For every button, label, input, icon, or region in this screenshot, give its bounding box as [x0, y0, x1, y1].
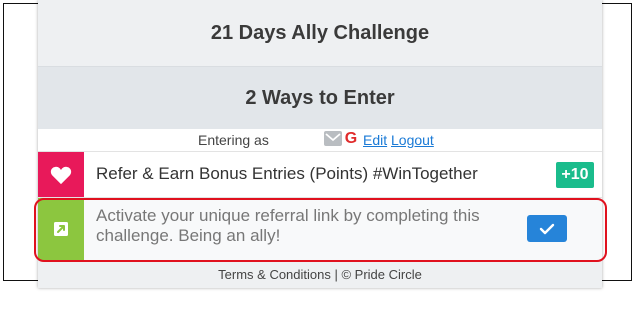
google-icon: G — [344, 130, 358, 147]
edit-link[interactable]: Edit — [363, 132, 387, 148]
entry-refer-earn[interactable]: Refer & Earn Bonus Entries (Points) #Win… — [38, 152, 602, 198]
entry-refer-earn-label: Refer & Earn Bonus Entries (Points) #Win… — [96, 164, 478, 183]
external-link-icon — [38, 198, 84, 260]
mail-icon — [324, 131, 342, 146]
entry-activate-referral[interactable]: Activate your unique referral link by co… — [38, 198, 602, 261]
contest-widget: 21 Days Ally Challenge 2 Ways to Enter E… — [38, 0, 602, 288]
footer-terms[interactable]: Terms & Conditions | © Pride Circle — [38, 261, 602, 288]
ways-to-enter-heading: 2 Ways to Enter — [38, 67, 602, 129]
check-icon — [539, 223, 555, 234]
entering-as-label: Entering as — [198, 132, 269, 148]
heart-icon — [38, 152, 84, 197]
entering-as-bar: Entering as G Edit Logout — [38, 129, 602, 152]
logout-link[interactable]: Logout — [391, 132, 434, 148]
entry-activate-referral-label: Activate your unique referral link by co… — [96, 206, 480, 245]
points-badge: +10 — [556, 162, 594, 188]
contest-title: 21 Days Ally Challenge — [38, 0, 602, 67]
complete-entry-button[interactable] — [527, 215, 567, 242]
